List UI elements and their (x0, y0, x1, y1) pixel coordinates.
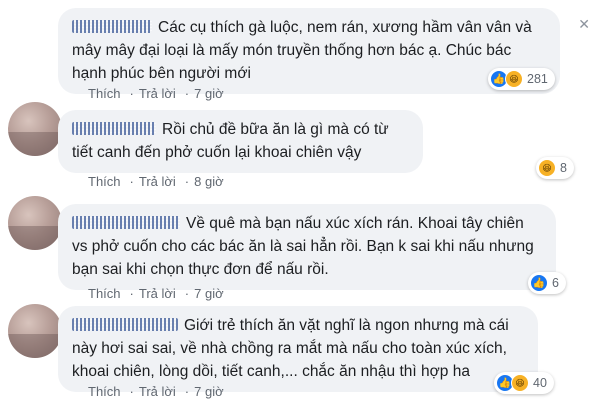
comment-actions: Thích · Trả lời · 8 giờ (88, 174, 224, 189)
reaction-summary[interactable]: 👍 😆 281 (488, 68, 555, 90)
comment-bubble: Giới trẻ thích ăn vặt nghĩ là ngon nhưng… (58, 306, 538, 392)
comment-bubble: Các cụ thích gà luộc, nem rán, xương hầm… (58, 8, 560, 94)
author-name-redacted[interactable] (72, 122, 156, 135)
reply-action[interactable]: Trả lời (139, 174, 176, 189)
haha-icon: 😆 (511, 374, 529, 392)
avatar[interactable] (8, 304, 62, 358)
reaction-count: 8 (560, 161, 567, 175)
timestamp[interactable]: 8 giờ (194, 174, 224, 189)
timestamp[interactable]: 7 giờ (194, 86, 224, 101)
reaction-count: 40 (533, 376, 547, 390)
avatar[interactable] (8, 102, 62, 156)
reply-action[interactable]: Trả lời (139, 384, 176, 399)
reply-action[interactable]: Trả lời (139, 286, 176, 301)
reaction-summary[interactable]: 😆 8 (536, 157, 574, 179)
comment-bubble: Rồi chủ đề bữa ăn là gì mà có từ tiết ca… (58, 110, 423, 173)
comment-actions: Thích · Trả lời · 7 giờ (88, 384, 224, 399)
author-name-redacted[interactable] (72, 216, 180, 229)
comment-actions: Thích · Trả lời · 7 giờ (88, 286, 224, 301)
reaction-summary[interactable]: 👍 😆 40 (494, 372, 554, 394)
haha-icon: 😆 (505, 70, 523, 88)
author-name-redacted[interactable] (72, 20, 152, 33)
like-action[interactable]: Thích (88, 286, 121, 301)
timestamp[interactable]: 7 giờ (194, 384, 224, 399)
comment-actions: Thích · Trả lời · 7 giờ (88, 86, 224, 101)
avatar[interactable] (8, 196, 62, 250)
haha-icon: 😆 (538, 159, 556, 177)
reaction-count: 281 (527, 72, 548, 86)
like-action[interactable]: Thích (88, 384, 121, 399)
reaction-count: 6 (552, 276, 559, 290)
reaction-summary[interactable]: 👍 6 (528, 272, 566, 294)
comment-bubble: Về quê mà bạn nấu xúc xích rán. Khoai tâ… (58, 204, 556, 290)
like-icon: 👍 (530, 274, 548, 292)
close-icon[interactable]: ✕ (578, 16, 590, 33)
reply-action[interactable]: Trả lời (139, 86, 176, 101)
like-action[interactable]: Thích (88, 174, 121, 189)
like-action[interactable]: Thích (88, 86, 121, 101)
timestamp[interactable]: 7 giờ (194, 286, 224, 301)
author-name-redacted[interactable] (72, 318, 178, 331)
